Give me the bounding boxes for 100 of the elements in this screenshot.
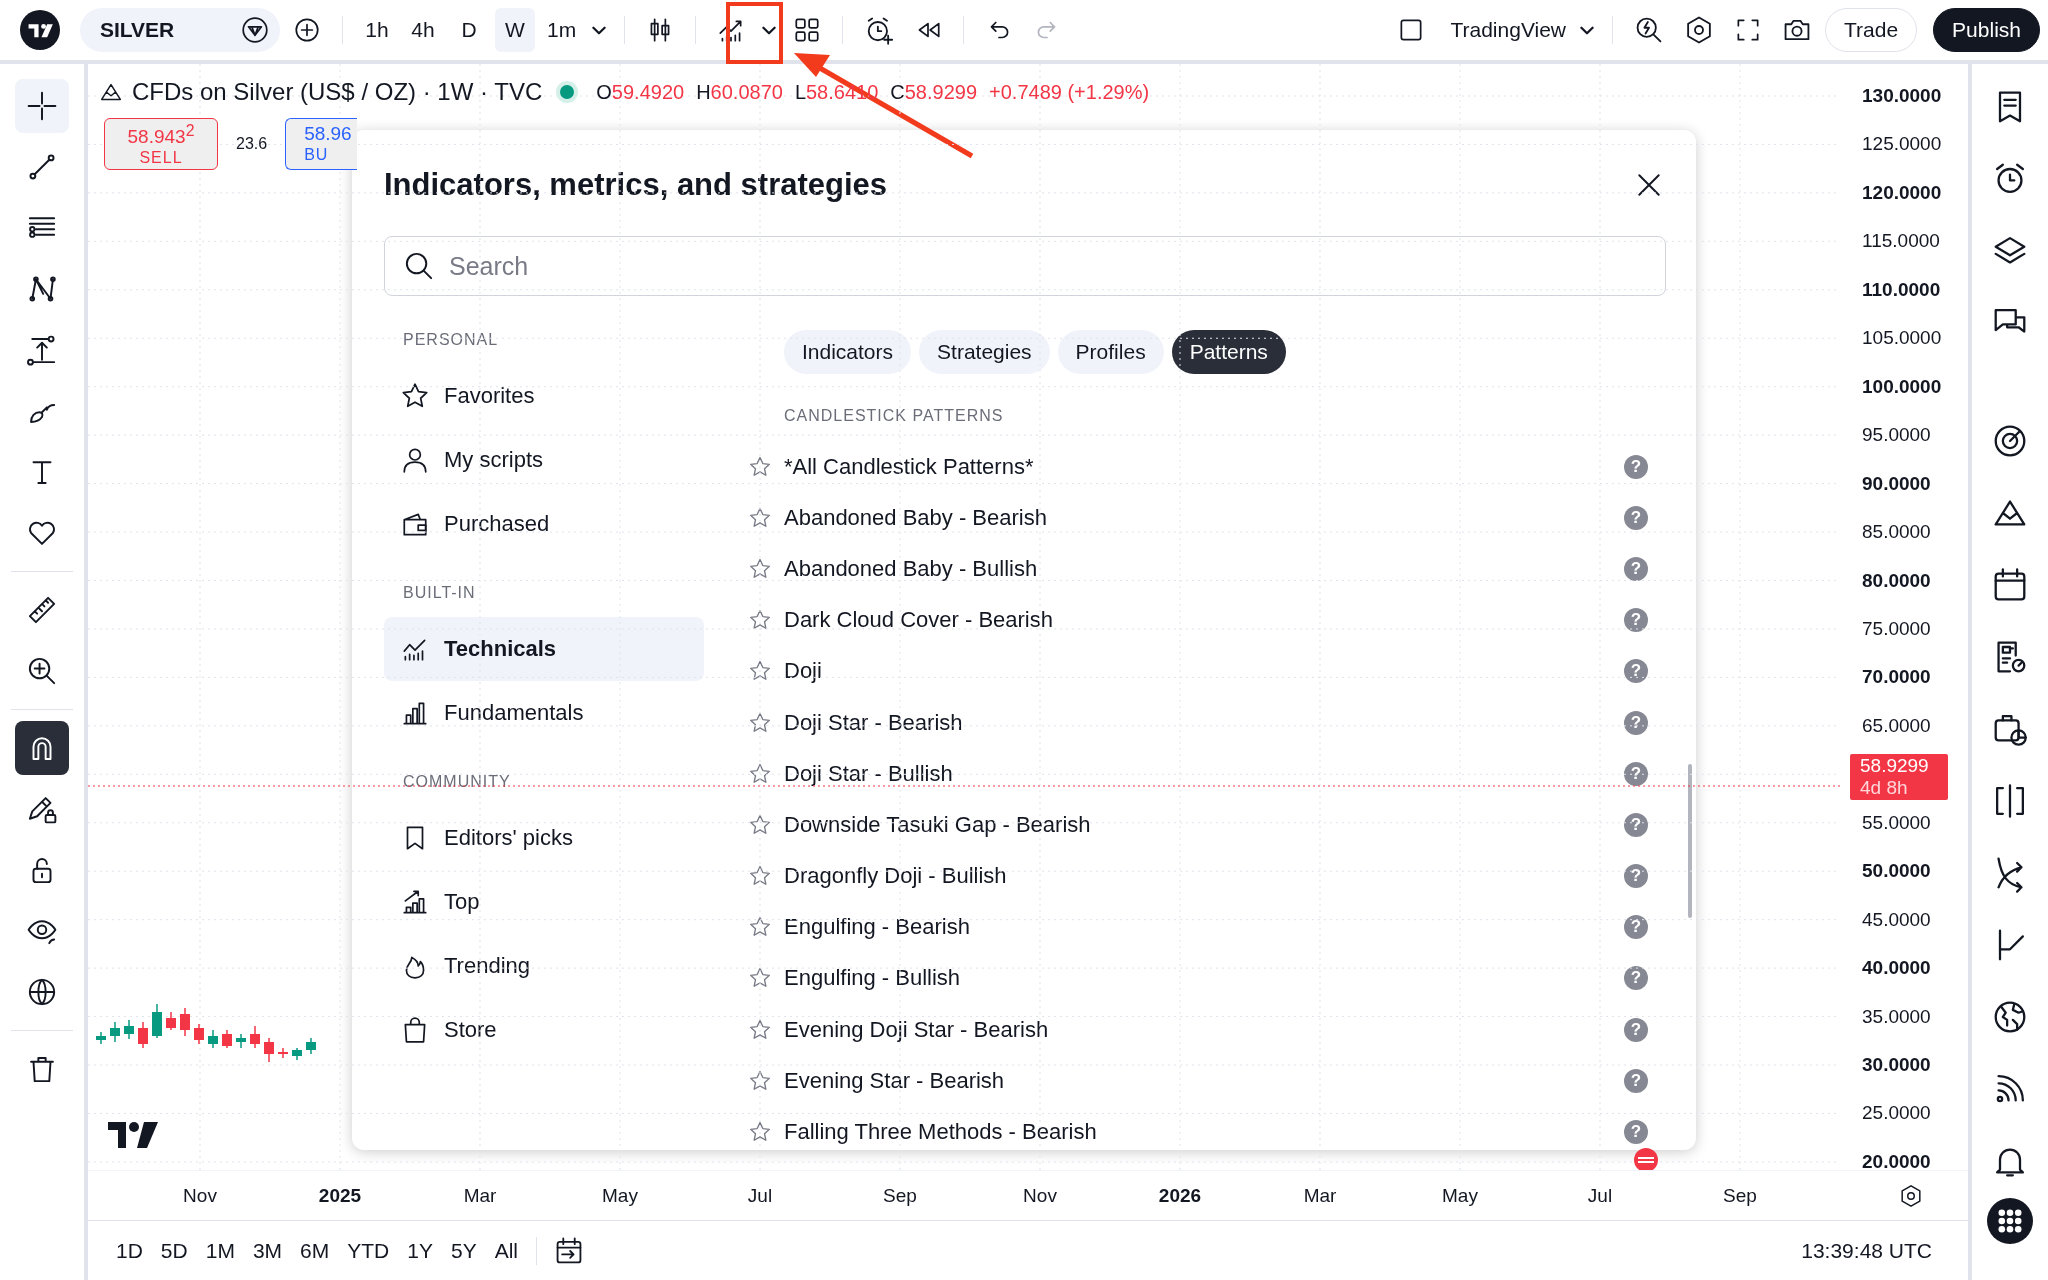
crosshair-tool[interactable] (15, 79, 69, 133)
indicator-name: Doji (784, 658, 823, 685)
indicator-row[interactable]: Abandoned Baby - Bullish ? (740, 543, 1696, 595)
indicator-row[interactable]: Doji Star - Bullish ? (740, 748, 1696, 800)
nav-item[interactable]: Favorites (384, 364, 704, 428)
range-button[interactable]: 1D (108, 1232, 151, 1269)
highlight-box (726, 2, 783, 64)
indicator-row[interactable]: Doji ? (740, 645, 1696, 697)
range-button[interactable]: YTD (339, 1232, 398, 1269)
layout-name[interactable]: TradingView (1438, 18, 1570, 42)
price-label: 120.0000 (1862, 181, 1942, 204)
interval-button[interactable]: 1m (541, 8, 583, 52)
price-label: 75.0000 (1862, 617, 1931, 640)
tab[interactable]: Profiles (1057, 330, 1164, 374)
candle (96, 1031, 106, 1045)
star-icon[interactable] (748, 1068, 772, 1093)
time-label: May (602, 1185, 638, 1207)
section-heading: CANDLESTICK PATTERNS (783, 406, 1005, 426)
price-label: 20.0000 (1862, 1150, 1931, 1173)
nav-item[interactable]: My scripts (384, 428, 704, 492)
range-button[interactable]: 3M (244, 1232, 291, 1269)
range-button[interactable]: 5D (152, 1232, 196, 1269)
section-heading: BUILT-IN (402, 583, 477, 603)
range-button[interactable]: 1M (197, 1232, 243, 1269)
tab[interactable]: Indicators (784, 330, 912, 374)
range-button[interactable]: 1Y (399, 1232, 441, 1269)
interval-button[interactable]: D (449, 8, 489, 52)
ohlc-value: O59.4920 (596, 80, 685, 104)
candle (152, 1003, 162, 1039)
interval-button[interactable]: 4h (403, 8, 443, 52)
event-icon[interactable] (1633, 1147, 1659, 1170)
indicator-row[interactable]: Evening Doji Star - Bearish ? (740, 1004, 1696, 1056)
indicator-row[interactable]: Dark Cloud Cover - Bearish ? (740, 594, 1696, 646)
apps-icon[interactable] (1987, 1198, 2033, 1244)
indicator-row[interactable]: *All Candlestick Patterns* ? (740, 441, 1696, 493)
price-label: 115.0000 (1862, 230, 1940, 253)
ohlc-value: H60.0870 (696, 80, 783, 104)
star-icon[interactable] (748, 556, 772, 581)
tab[interactable]: Patterns (1171, 330, 1286, 374)
indicator-name: Doji Star - Bearish (784, 709, 964, 736)
nav-item[interactable]: Technicals (384, 617, 704, 681)
indicator-row[interactable]: Falling Three Methods - Bearish ? (740, 1106, 1696, 1150)
star-icon[interactable] (748, 1017, 772, 1042)
time-label: 2025 (318, 1185, 362, 1207)
time-label: Mar (463, 1185, 497, 1207)
range-button[interactable]: 6M (292, 1232, 338, 1269)
price-label: 90.0000 (1862, 472, 1931, 495)
price-label: 70.0000 (1862, 666, 1931, 689)
chevron-icon (1580, 25, 1594, 35)
indicator-row[interactable]: Abandoned Baby - Bearish ? (740, 492, 1696, 544)
chevron-icon (762, 25, 777, 35)
section-heading: COMMUNITY (402, 772, 512, 792)
nav-item[interactable]: Purchased (384, 492, 704, 556)
indicator-name: *All Candlestick Patterns* (784, 453, 1035, 480)
publish-button[interactable]: Publish (1933, 8, 2040, 52)
indicator-row[interactable]: Doji Star - Bearish ? (740, 696, 1696, 749)
price-label: 125.0000 (1862, 133, 1942, 156)
candle (138, 1021, 148, 1049)
price-label: 80.0000 (1862, 569, 1931, 592)
price-label: 105.0000 (1862, 327, 1942, 350)
indicator-row[interactable]: Dragonfly Doji - Bullish ? (740, 850, 1696, 902)
interval-button[interactable]: 1h (357, 8, 397, 52)
tab[interactable]: Strategies (919, 330, 1050, 374)
candle (222, 1029, 232, 1049)
indicator-name: Evening Doji Star - Bearish (784, 1016, 1050, 1043)
nav-item[interactable]: Trending (384, 934, 704, 998)
star-icon[interactable] (748, 761, 772, 786)
candle (124, 1019, 134, 1040)
trade-button[interactable]: Trade (1825, 8, 1918, 52)
price-label: 55.0000 (1862, 811, 1931, 834)
logo-icon[interactable] (108, 1122, 158, 1148)
range-button[interactable]: All (486, 1232, 526, 1269)
nav-item[interactable]: Editors' picks (384, 806, 704, 870)
settings-icon[interactable] (1898, 1183, 1924, 1209)
ohlc-value: C58.9299 (890, 80, 978, 104)
indicator-name: Dragonfly Doji - Bullish (784, 863, 1008, 890)
nav-item[interactable]: Store (384, 998, 704, 1062)
interval-button[interactable]: W (495, 8, 535, 52)
price-label: 45.0000 (1862, 908, 1931, 931)
star-icon[interactable] (748, 454, 772, 479)
magnet-tool[interactable] (15, 721, 69, 775)
search-field[interactable]: Search (384, 236, 1666, 296)
price-label: 35.0000 (1862, 1005, 1931, 1028)
candle (236, 1033, 246, 1049)
scrollbar[interactable] (1688, 764, 1692, 918)
time-label: Nov (183, 1185, 217, 1207)
dialog-title: Indicators, metrics, and strategies (384, 167, 888, 203)
nav-item[interactable]: Fundamentals (384, 681, 704, 745)
indicator-row[interactable]: Engulfing - Bearish ? (740, 901, 1696, 953)
nav-item[interactable]: Top (384, 870, 704, 934)
buy-button[interactable]: 58.96 BU (285, 118, 358, 170)
indicator-row[interactable]: Evening Star - Bearish ? (740, 1055, 1696, 1107)
indicator-row[interactable]: Engulfing - Bullish ? (740, 952, 1696, 1005)
last-price: 58.9299 (1860, 755, 1930, 777)
indicator-row[interactable]: Downside Tasuki Gap - Bearish ? (740, 799, 1696, 851)
bar-countdown: 4d 8h (1860, 777, 1909, 799)
candle (194, 1023, 204, 1045)
symbol-search[interactable]: SILVER (80, 8, 280, 52)
indicator-name: Downside Tasuki Gap - Bearish (784, 811, 1092, 838)
range-button[interactable]: 5Y (442, 1232, 485, 1269)
